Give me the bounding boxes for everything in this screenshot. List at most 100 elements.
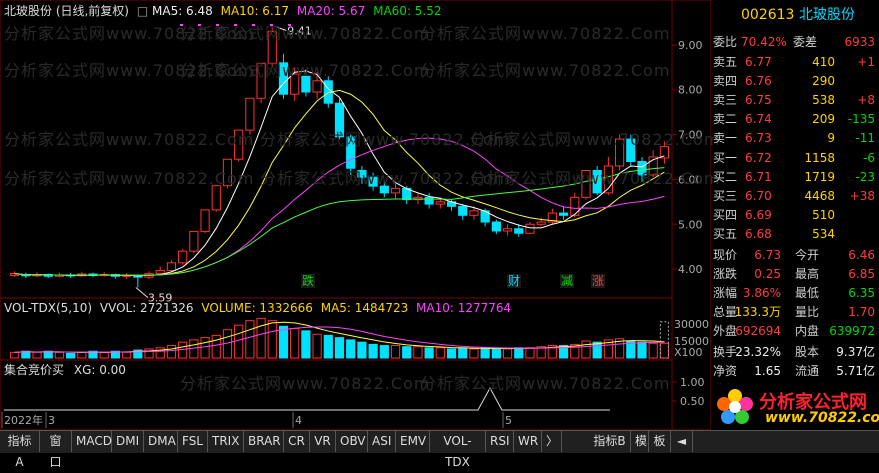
watermark-text: 分析家公式网www.70822.Com [4,130,255,149]
volume-bar [502,348,513,359]
tab-13[interactable]: VOL-TDX [430,431,486,469]
volume-value: VOLUME: 1332666 [201,301,313,315]
date-label: 3 [48,414,55,427]
stat-value: 1.70 [848,305,875,319]
tab-14[interactable]: RSI [486,431,514,452]
tab-17[interactable]: 指标B [589,431,631,452]
tab-11[interactable]: ASI [368,431,396,452]
tab-15[interactable]: WR [514,431,542,452]
wecha-value: 6933 [844,35,875,49]
stat-value: 9.37亿 [836,345,875,359]
candle-body [514,228,524,234]
xg-tick-label: 1.00 [680,376,705,389]
volume-bar [469,348,479,359]
event-marker: 财 [508,274,520,288]
tab-9[interactable]: VR [310,431,336,452]
bid-change: -6 [863,151,875,165]
tab-6[interactable]: TRIX [208,431,244,452]
ask-change: +8 [857,93,875,107]
xg-value: XG: 0.00 [73,363,126,377]
ma10-value: MA10: 6.17 [220,4,290,18]
volume-bar [659,342,670,359]
volume-bar [435,347,445,359]
tab-3[interactable]: DMI [112,431,144,452]
watermark-text: 分析家公式网www.70822.Com [470,130,721,149]
price-tick-label: 9.00 [678,39,703,52]
vol-indicator-name: VOL-TDX(5,10) [4,301,93,315]
bid-row: 买四 6.69 510 [713,208,835,222]
stat-value: 23.32% [735,345,781,359]
price-tick-label: 4.00 [678,263,703,276]
ask-price: 6.74 [745,112,772,126]
tab-4[interactable]: DMA [144,431,178,452]
stat-row: 总量 133.3万 量比 1.70 [713,305,875,319]
volume-bar [290,328,300,359]
tab-2[interactable]: MACD [72,431,112,452]
candle-body [200,209,210,232]
watermark-text: 分析家公式网www.70822.Com [420,24,671,43]
stat-row: 外盘 692694 内盘 639972 [713,324,875,338]
stat-row: 现价 6.73 今开 6.46 [713,248,875,262]
tab-1[interactable]: 窗口 [40,431,72,469]
volume-bar [99,351,109,359]
volume-bar [357,341,367,359]
volume-bar [648,342,658,359]
watermark-text: 分析家公式网www.70822.Com [180,24,431,43]
vol-tick-label: 30000 [674,318,709,331]
ask-change: -11 [855,131,875,145]
candle-body [525,223,535,234]
watermark-text: 分析家公式网www.70822.Com [180,61,431,80]
candle-body [211,185,221,211]
bid-price: 6.69 [745,208,772,222]
candle-body [558,212,569,216]
stat-value: 3.86% [742,286,781,300]
stat-value: 1.65 [754,364,781,378]
ma-square-icon: □ [136,4,149,18]
vol-ma10-value: MA10: 1277764 [416,301,512,315]
candle-body [435,201,445,205]
tab-16[interactable]: 〉 [542,431,562,452]
stat-value: 5.71亿 [836,364,875,378]
candle-body [491,221,501,232]
ask-row: 卖五 6.77 410 +1 [713,55,875,69]
tab-18[interactable]: 模 [631,431,649,452]
date-label: 4 [295,414,302,427]
ask-price: 6.76 [745,74,772,88]
stat-value: 639972 [829,324,875,338]
stat-row: 涨幅 3.86% 最低 6.35 [713,286,875,300]
bid-volume: 534 [812,227,835,241]
vol-ma5-value: MA5: 1484723 [320,301,409,315]
ask-row: 卖四 6.76 290 [713,74,835,88]
volume-bar [491,348,501,359]
tab-12[interactable]: EMV [396,431,430,452]
stat-value: 6.46 [848,248,875,262]
volume-bar [592,341,602,359]
tab-19[interactable]: 板 [649,431,671,452]
volume-bar [480,347,490,359]
volume-bar [54,351,65,359]
tab-5[interactable]: FSL [178,431,208,452]
bid-change: -23 [855,170,875,184]
volume-bar [245,320,255,359]
main-chart-header: 北玻股份 (日线,前复权) □ MA5: 6.48 MA10: 6.17 MA2… [4,4,442,18]
ma20-value: MA20: 5.67 [296,4,366,18]
date-label: 2022年 [4,413,43,427]
ask-volume: 9 [827,131,835,145]
tab-10[interactable]: OBV [336,431,368,452]
volume-bar [390,345,401,359]
ask-row: 卖一 6.73 9 -11 [713,131,875,145]
tab-0[interactable]: 指标A [0,431,40,469]
event-marker: 涨 [592,273,604,288]
panel-title: 002613 北玻股份 [711,4,879,26]
tab-8[interactable]: CR [284,431,310,452]
bid-row: 买三 6.70 4468 +38 [713,189,875,203]
stat-row: 涨跌 0.25 最高 6.85 [713,267,875,281]
tab-20[interactable]: ◄ [671,431,693,452]
volume-bar [334,337,345,359]
bid-price: 6.68 [745,227,772,241]
candle-body [424,196,434,205]
stat-value: 0.25 [754,267,781,281]
watermark-text: 分析家公式网www.70822.Com [4,169,255,188]
candle-body [458,205,468,216]
tab-7[interactable]: BRAR [244,431,284,452]
